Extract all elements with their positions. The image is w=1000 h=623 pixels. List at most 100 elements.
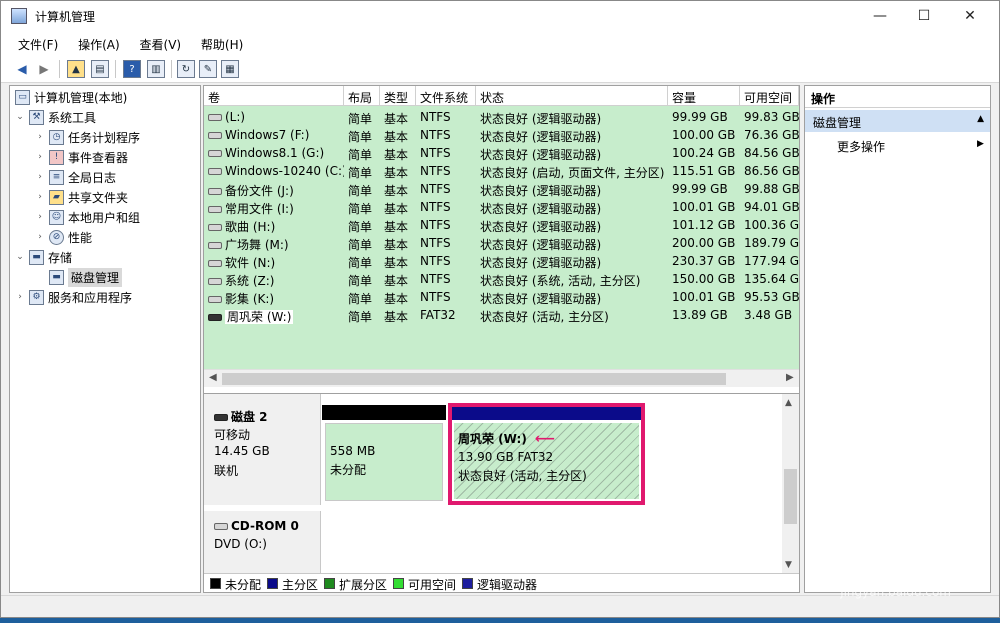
scrollbar-thumb[interactable] <box>222 373 726 385</box>
collapse-arrow-icon[interactable]: ▲ <box>977 114 984 124</box>
properties-icon[interactable]: ✎ <box>199 60 217 78</box>
table-row[interactable]: Windows7 (F:) 简单 基本 NTFS 状态良好 (逻辑驱动器) 100.00 … <box>204 126 799 144</box>
chevron-right-icon[interactable]: › <box>34 192 46 202</box>
pointer-arrow-icon: ⟵ <box>535 431 556 447</box>
table-cell: 状态良好 (逻辑驱动器) <box>480 202 602 216</box>
column-volume[interactable]: 卷 <box>204 86 344 106</box>
scroll-right-arrow-icon[interactable]: ▶ <box>786 372 794 383</box>
chevron-right-icon[interactable]: › <box>34 132 46 142</box>
table-row[interactable]: 备份文件 (J:) 简单 基本 NTFS 状态良好 (逻辑驱动器) 99.99 GB 99.… <box>204 180 799 198</box>
toolbar: ◀ ▶ ▲ ▤ ? ▥ ↻ ✎ ▦ <box>1 55 999 83</box>
actions-disk-management[interactable]: 磁盘管理 ▲ <box>805 110 990 132</box>
table-row[interactable]: 周巩荣 (W:) 简单 基本 FAT32 状态良好 (活动, 主分区) 13.89 GB 3… <box>204 306 799 324</box>
disk-management-pane: 卷 布局 类型 文件系统 状态 容量 可用空间 (L:) 简单 基本 NTFS 状态良好… <box>203 85 800 593</box>
column-free-space[interactable]: 可用空间 <box>740 86 799 106</box>
table-cell: 135.64 G <box>744 272 799 286</box>
table-row[interactable]: 软件 (N:) 简单 基本 NTFS 状态良好 (逻辑驱动器) 230.37 GB 177.… <box>204 252 799 270</box>
table-cell: 99.88 GB <box>744 182 799 196</box>
table-cell: 状态良好 (逻辑驱动器) <box>480 130 602 144</box>
more-actions[interactable]: 更多操作 <box>837 138 885 155</box>
vertical-scrollbar[interactable]: ▲ ▼ <box>782 394 799 574</box>
menu-view[interactable]: 查看(V) <box>130 31 188 53</box>
table-cell: 状态良好 (逻辑驱动器) <box>480 184 602 198</box>
refresh-icon[interactable]: ↻ <box>177 60 195 78</box>
table-cell: 230.37 GB <box>672 254 736 268</box>
up-folder-icon[interactable]: ▲ <box>67 60 85 78</box>
table-cell: 99.99 GB <box>672 110 728 124</box>
scroll-up-arrow-icon[interactable]: ▲ <box>785 398 792 408</box>
action-pane-icon[interactable]: ▥ <box>147 60 165 78</box>
table-row[interactable]: 歌曲 (H:) 简单 基本 NTFS 状态良好 (逻辑驱动器) 101.12 GB 100.… <box>204 216 799 234</box>
table-cell: 软件 (N:) <box>204 252 344 270</box>
tree-root[interactable]: ▭ 计算机管理(本地) <box>12 87 127 107</box>
cdrom-info[interactable]: CD-ROM 0 DVD (O:) <box>204 511 321 574</box>
table-row[interactable]: 影集 (K:) 简单 基本 NTFS 状态良好 (逻辑驱动器) 100.01 GB 95.5… <box>204 288 799 306</box>
column-type[interactable]: 类型 <box>380 86 416 106</box>
column-capacity[interactable]: 容量 <box>668 86 740 106</box>
table-row[interactable]: Windows8.1 (G:) 简单 基本 NTFS 状态良好 (逻辑驱动器) 100.2… <box>204 144 799 162</box>
tree-storage[interactable]: ⌄ ▬ 存储 <box>14 247 72 267</box>
table-cell: 基本 <box>384 184 409 198</box>
table-cell: 基本 <box>384 238 409 252</box>
chevron-right-icon[interactable]: › <box>34 172 46 182</box>
tree-local-users[interactable]: › ☺ 本地用户和组 <box>34 207 140 227</box>
table-row[interactable]: 系统 (Z:) 简单 基本 NTFS 状态良好 (系统, 活动, 主分区) 150.00 … <box>204 270 799 288</box>
table-cell: NTFS <box>420 146 451 160</box>
drive-icon <box>208 224 222 231</box>
unallocated-size: 558 MB <box>330 444 376 458</box>
chevron-right-icon[interactable]: › <box>34 152 46 162</box>
cdrom-icon <box>214 523 228 530</box>
table-cell: 76.36 GB <box>744 128 799 142</box>
menu-help[interactable]: 帮助(H) <box>191 31 249 53</box>
column-filesystem[interactable]: 文件系统 <box>416 86 476 106</box>
help-icon[interactable]: ? <box>123 60 141 78</box>
tree-event-viewer[interactable]: › ! 事件查看器 <box>34 147 128 167</box>
chevron-right-icon[interactable]: › <box>34 232 46 242</box>
forward-arrow-icon[interactable]: ▶ <box>35 60 53 78</box>
unallocated-partition[interactable]: 558 MB 未分配 <box>322 405 446 503</box>
horizontal-scrollbar[interactable]: ◀ ▶ <box>204 369 799 387</box>
disk2-state: 联机 <box>214 464 239 478</box>
back-arrow-icon[interactable]: ◀ <box>13 60 31 78</box>
partition-w-highlight[interactable]: 周巩荣 (W:) ⟵ 13.90 GB FAT32 状态良好 (活动, 主分区) <box>448 403 645 505</box>
minimize-button[interactable]: — <box>857 1 903 31</box>
chevron-right-icon[interactable]: › <box>14 292 26 302</box>
tree-disk-management[interactable]: ▬ 磁盘管理 <box>46 267 123 287</box>
menu-file[interactable]: 文件(F) <box>1 31 64 53</box>
submenu-arrow-icon[interactable]: ▶ <box>977 139 984 149</box>
column-layout[interactable]: 布局 <box>344 86 380 106</box>
unallocated-label: 未分配 <box>330 463 367 477</box>
chevron-down-icon[interactable]: ⌄ <box>14 112 26 122</box>
table-cell: 状态良好 (逻辑驱动器) <box>480 292 602 306</box>
tree-system-tools[interactable]: ⌄ ⚒ 系统工具 <box>14 107 96 127</box>
volume-list: 卷 布局 类型 文件系统 状态 容量 可用空间 (L:) 简单 基本 NTFS 状态良好… <box>204 86 799 369</box>
vertical-scrollbar-thumb[interactable] <box>784 469 797 524</box>
scroll-left-arrow-icon[interactable]: ◀ <box>209 372 217 383</box>
maximize-button[interactable]: ☐ <box>901 1 947 31</box>
export-list-icon[interactable]: ▦ <box>221 60 239 78</box>
tree-task-scheduler[interactable]: › ◷ 任务计划程序 <box>34 127 140 147</box>
table-row[interactable]: Windows-10240 (C:) 简单 基本 NTFS 状态良好 (启动, 页面文件… <box>204 162 799 180</box>
services-icon: ⚙ <box>29 289 44 305</box>
table-row[interactable]: 常用文件 (I:) 简单 基本 NTFS 状态良好 (逻辑驱动器) 100.01 GB 94… <box>204 198 799 216</box>
tree-global-log[interactable]: › ≡ 全局日志 <box>34 167 116 187</box>
show-hide-tree-icon[interactable]: ▤ <box>91 60 109 78</box>
chevron-down-icon[interactable]: ⌄ <box>14 252 26 262</box>
performance-icon: ⊘ <box>49 229 64 245</box>
close-button[interactable]: ✕ <box>947 1 993 31</box>
menu-action[interactable]: 操作(A) <box>68 31 126 53</box>
table-cell: NTFS <box>420 272 451 286</box>
table-row[interactable]: (L:) 简单 基本 NTFS 状态良好 (逻辑驱动器) 99.99 GB 99.83 GB <box>204 108 799 126</box>
table-cell: 3.48 GB <box>744 308 793 322</box>
disk2-info[interactable]: 磁盘 2 可移动 14.45 GB 联机 <box>204 394 321 505</box>
table-row[interactable]: 广场舞 (M:) 简单 基本 NTFS 状态良好 (逻辑驱动器) 200.00 GB 189… <box>204 234 799 252</box>
tree-performance[interactable]: › ⊘ 性能 <box>34 227 92 247</box>
table-cell: NTFS <box>420 236 451 250</box>
column-status[interactable]: 状态 <box>476 86 668 106</box>
scroll-down-arrow-icon[interactable]: ▼ <box>785 560 792 570</box>
table-cell: 简单 <box>348 256 373 270</box>
tree-services-apps[interactable]: › ⚙ 服务和应用程序 <box>14 287 132 307</box>
clock-icon: ◷ <box>49 129 64 145</box>
tree-shared-folders[interactable]: › ▰ 共享文件夹 <box>34 187 128 207</box>
chevron-right-icon[interactable]: › <box>34 212 46 222</box>
